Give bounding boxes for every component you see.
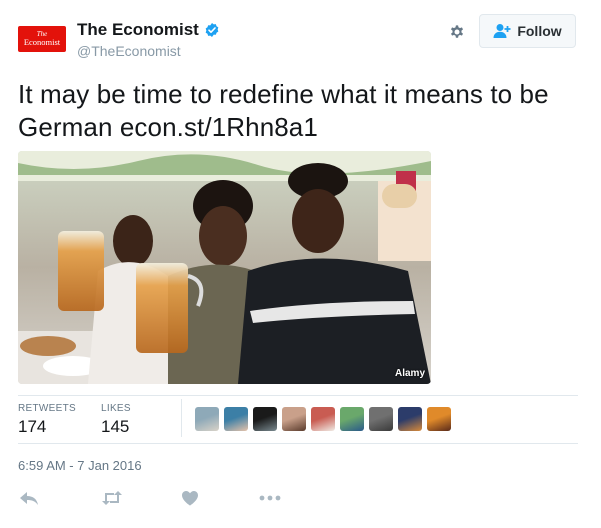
photo-credit: Alamy [394,368,425,379]
liker-avatar[interactable] [427,407,451,431]
liker-avatar[interactable] [195,407,219,431]
tweet-photo[interactable]: Alamy [18,151,431,384]
stats-separator [181,399,182,437]
tweet-text: It may be time to redefine what it means… [18,78,578,144]
author-avatar[interactable]: The Economist [18,26,66,52]
reply-button[interactable] [17,487,41,509]
liker-avatars [195,407,451,431]
liker-avatar[interactable] [311,407,335,431]
retweet-icon [102,491,122,505]
stats-bottom-divider [18,443,578,444]
more-icon [259,495,281,501]
tweet-link[interactable]: econ.st/1Rhn8a1 [120,112,318,142]
verified-badge-icon [205,23,219,37]
likes-label[interactable]: LIKES [101,403,131,414]
retweets-count[interactable]: 174 [18,417,46,437]
retweet-button[interactable] [100,487,124,509]
add-user-icon [493,24,511,38]
liker-avatar[interactable] [340,407,364,431]
gear-icon[interactable] [447,22,467,42]
like-button[interactable] [178,487,202,509]
liker-avatar[interactable] [369,407,393,431]
follow-label: Follow [517,23,562,39]
photo-image [18,151,431,384]
liker-avatar[interactable] [282,407,306,431]
stats-top-divider [18,395,578,396]
logo-line-2: Economist [23,37,61,48]
likes-count[interactable]: 145 [101,417,129,437]
author-handle[interactable]: @TheEconomist [77,43,181,59]
liker-avatar[interactable] [398,407,422,431]
tweet-timestamp[interactable]: 6:59 AM - 7 Jan 2016 [18,458,142,473]
author-name-row[interactable]: The Economist [77,20,220,40]
follow-button[interactable]: Follow [479,14,576,48]
liker-avatar[interactable] [224,407,248,431]
liker-avatar[interactable] [253,407,277,431]
like-icon [182,491,198,506]
author-name[interactable]: The Economist [77,20,199,40]
reply-icon [20,492,38,505]
more-button[interactable] [258,487,282,509]
retweets-label[interactable]: RETWEETS [18,403,76,414]
